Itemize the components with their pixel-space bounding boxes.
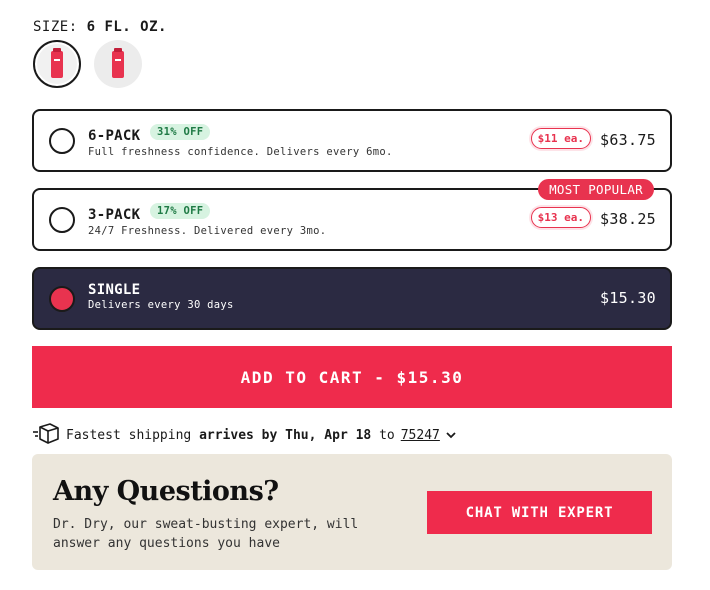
option-description: Delivers every 30 days xyxy=(88,299,234,311)
option-price: $63.75 xyxy=(600,131,656,149)
shipping-to: to xyxy=(379,427,395,443)
size-value: 6 FL. OZ. xyxy=(86,19,167,35)
size-label: SIZE: 6 FL. OZ. xyxy=(33,19,167,35)
chat-with-expert-button[interactable]: CHAT WITH EXPERT xyxy=(427,491,652,534)
per-each-price-badge: $13 ea. xyxy=(530,207,591,228)
product-tube-icon xyxy=(112,48,124,78)
shipping-prefix: Fastest shipping xyxy=(66,427,192,443)
per-each-price-badge: $11 ea. xyxy=(530,128,591,149)
radio-button[interactable] xyxy=(49,207,75,233)
truck-box-icon xyxy=(33,423,59,444)
most-popular-badge: MOST POPULAR xyxy=(538,179,654,200)
shipping-info: Fastest shipping arrives by Thu, Apr 18 … xyxy=(32,423,456,447)
zip-code-link[interactable]: 75247 xyxy=(401,428,440,443)
chevron-down-icon[interactable] xyxy=(446,431,456,439)
size-swatch-alt[interactable] xyxy=(94,40,142,88)
radio-button[interactable] xyxy=(49,128,75,154)
option-3-pack[interactable]: 3-PACK 17% OFF 24/7 Freshness. Delivered… xyxy=(32,179,672,251)
size-label-prefix: SIZE: xyxy=(33,19,78,35)
add-to-cart-button[interactable]: ADD TO CART - $15.30 xyxy=(32,346,672,408)
option-title: 3-PACK xyxy=(88,207,141,223)
option-single[interactable]: SINGLE Delivers every 30 days $15.30 xyxy=(32,267,672,330)
questions-heading: Any Questions? xyxy=(53,476,279,507)
option-title: 6-PACK xyxy=(88,128,141,144)
option-title: SINGLE xyxy=(88,282,141,298)
discount-badge: 31% OFF xyxy=(150,124,211,140)
questions-text: Dr. Dry, our sweat-busting expert, will … xyxy=(53,517,359,551)
questions-panel: Any Questions? Dr. Dry, our sweat-bustin… xyxy=(32,454,672,570)
size-swatch-selected[interactable] xyxy=(33,40,81,88)
product-tube-icon xyxy=(51,48,63,78)
option-description: Full freshness confidence. Delivers ever… xyxy=(88,146,393,158)
option-description: 24/7 Freshness. Delivered every 3mo. xyxy=(88,225,327,237)
option-6-pack[interactable]: 6-PACK 31% OFF Full freshness confidence… xyxy=(32,109,672,172)
shipping-arrival: arrives by Thu, Apr 18 xyxy=(199,427,372,443)
radio-button-selected[interactable] xyxy=(49,286,75,312)
option-price: $38.25 xyxy=(600,210,656,228)
option-price: $15.30 xyxy=(600,289,656,307)
discount-badge: 17% OFF xyxy=(150,203,211,219)
